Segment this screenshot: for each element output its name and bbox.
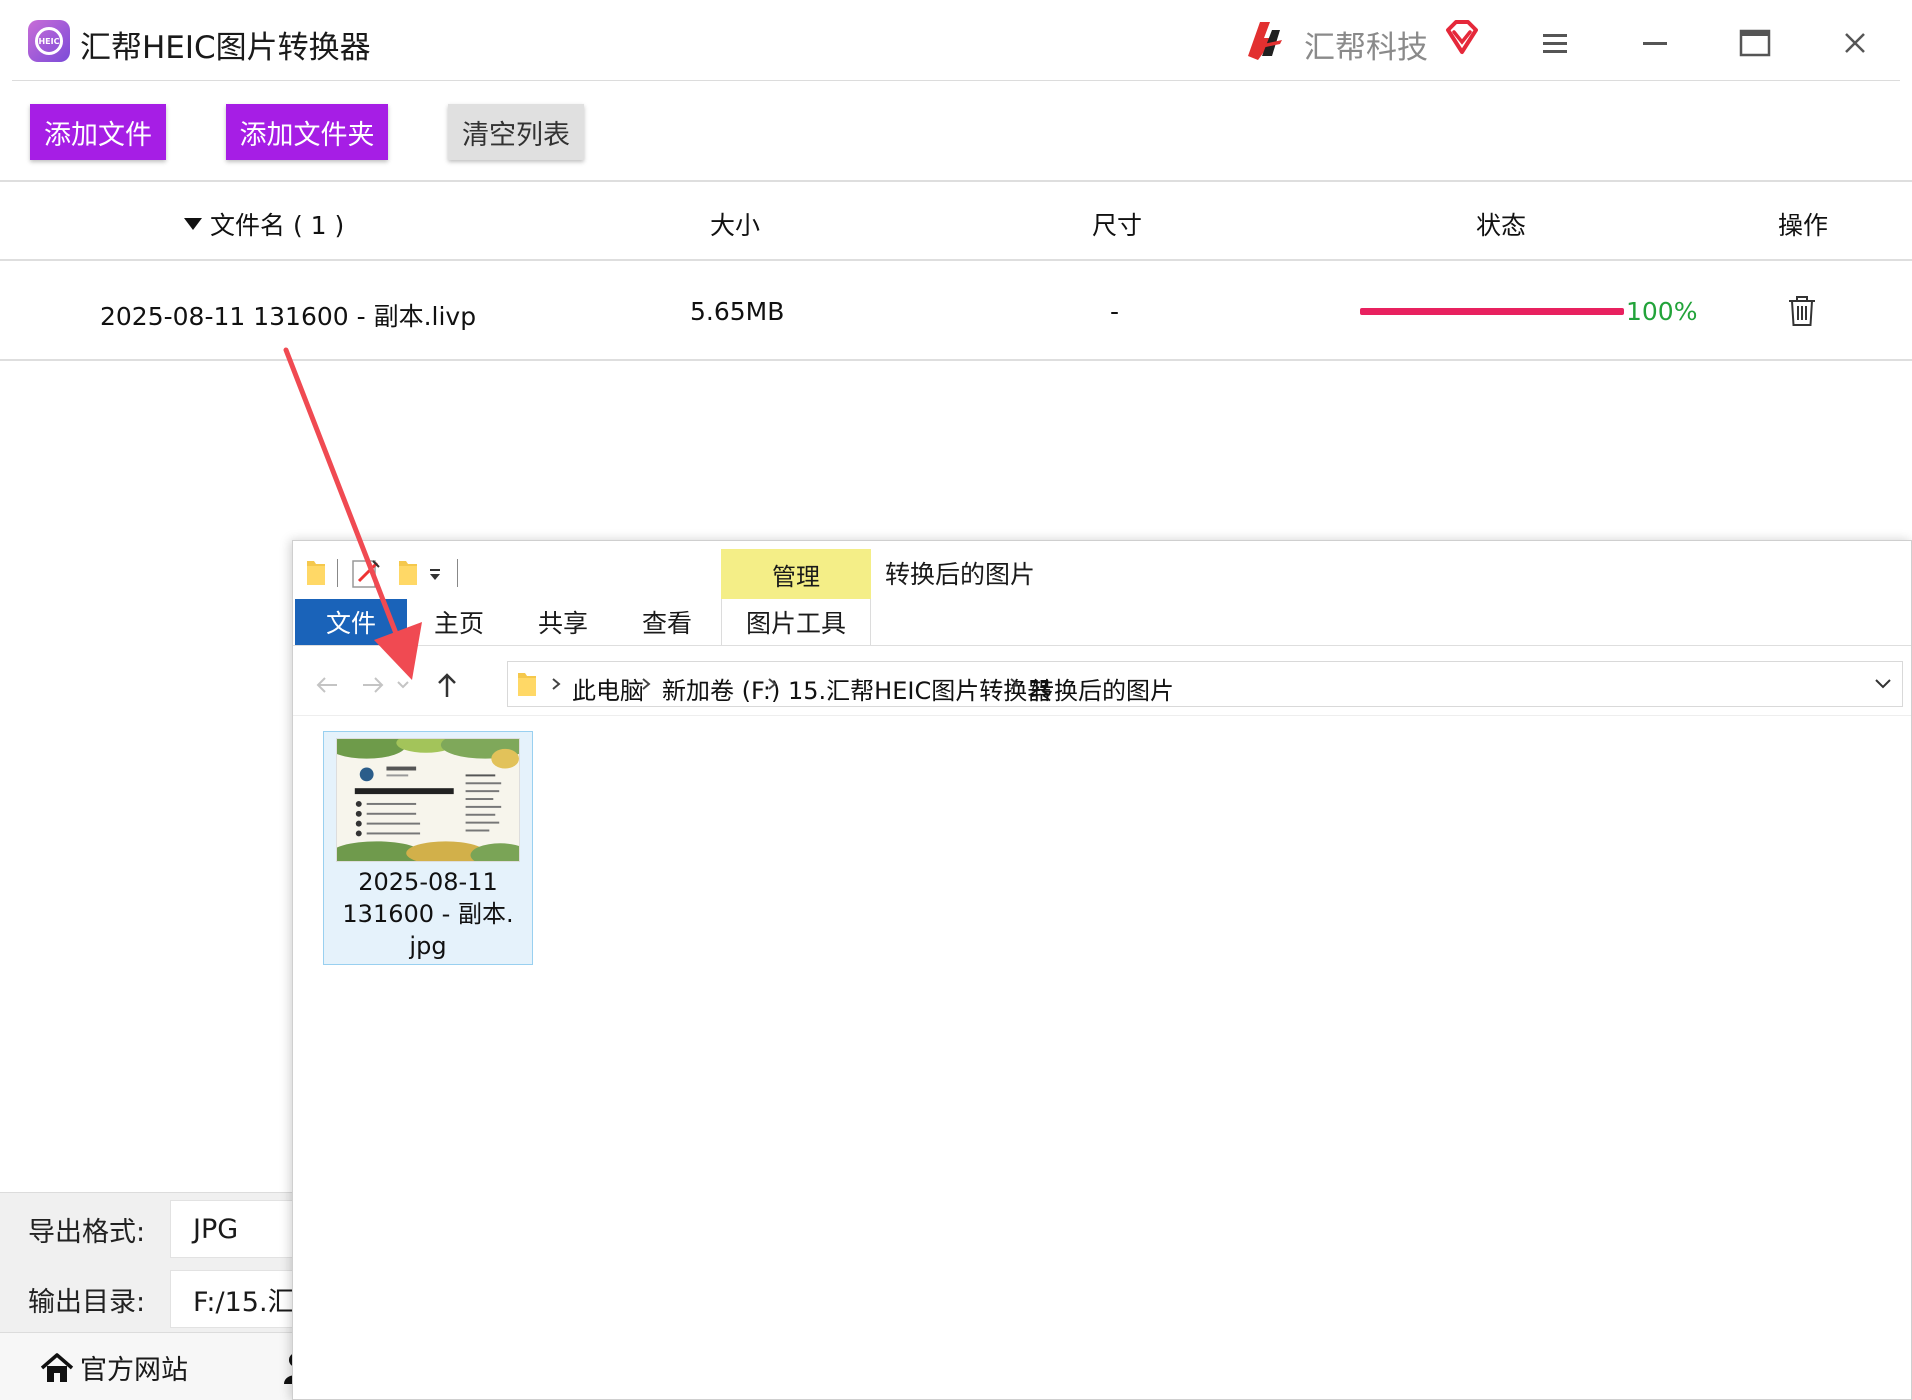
properties-icon[interactable] [349, 553, 383, 591]
image-thumbnail [336, 738, 520, 862]
tab-view[interactable]: 查看 [627, 599, 707, 645]
clear-list-button[interactable]: 清空列表 [448, 104, 584, 160]
tab-file[interactable]: 文件 [295, 599, 407, 645]
tab-picture-tools[interactable]: 图片工具 [721, 599, 871, 645]
header-dimensions: 尺寸 [1092, 211, 1143, 240]
file-name-line: 2025-08-11 [358, 868, 498, 896]
back-arrow-icon [316, 677, 337, 693]
minimize-button[interactable] [1630, 18, 1680, 68]
add-file-button[interactable]: 添加文件 [30, 104, 166, 160]
new-folder-icon[interactable] [397, 553, 419, 591]
folder-icon [307, 561, 325, 585]
qa-separator [457, 559, 458, 587]
breadcrumb-this-pc[interactable]: 此电脑 [572, 671, 644, 706]
chevron-right-icon [1010, 678, 1019, 690]
app-logo-icon: HEIC [28, 20, 70, 62]
file-item[interactable]: 2025-08-11 131600 - 副本. jpg [323, 731, 533, 965]
breadcrumb-drive[interactable]: 新加卷 (F:) [662, 671, 780, 706]
add-folder-button[interactable]: 添加文件夹 [226, 104, 388, 160]
vip-diamond-icon[interactable] [1442, 18, 1482, 58]
maximize-icon [1739, 29, 1771, 57]
row-filename: 2025-08-11 131600 - 副本.livp [100, 302, 477, 331]
official-website-label: 官方网站 [80, 1355, 188, 1386]
file-explorer-window: 管理 转换后的图片 文件 主页 共享 查看 图片工具 此电脑 新加卷 (F:) … [292, 540, 1912, 1400]
row-bottom-border [0, 359, 1912, 361]
address-dropdown-icon[interactable] [1874, 678, 1892, 690]
row-size: 5.65MB [690, 297, 785, 326]
progress-percent: 100% [1626, 297, 1698, 326]
row-dimensions: - [1110, 297, 1120, 326]
chevron-right-icon [642, 678, 651, 690]
header-bottom-border [0, 259, 1912, 261]
output-dir-label: 输出目录: [28, 1287, 146, 1318]
explorer-title: 转换后的图片 [885, 560, 1036, 589]
address-divider [293, 715, 1911, 716]
header-action: 操作 [1778, 211, 1829, 240]
up-button[interactable] [429, 667, 465, 703]
customize-dropdown-icon[interactable] [427, 553, 443, 591]
app-title: 汇帮HEIC图片转换器 [80, 30, 371, 66]
sort-down-icon [184, 218, 202, 230]
maximize-button[interactable] [1730, 18, 1780, 68]
format-label: 导出格式: [28, 1217, 146, 1248]
progress-bar [1360, 308, 1624, 315]
tab-home[interactable]: 主页 [419, 599, 499, 645]
file-name-line: jpg [409, 932, 447, 960]
forward-arrow-icon [363, 677, 384, 693]
minimize-icon [1643, 42, 1667, 45]
header-filename[interactable]: 文件名 ( 1 ) [184, 206, 344, 242]
close-button[interactable] [1830, 18, 1880, 68]
brand-logo-icon [1248, 22, 1282, 60]
qa-separator [337, 559, 338, 587]
chevron-right-icon [552, 678, 561, 690]
delete-icon[interactable] [1786, 294, 1818, 328]
home-icon [40, 1352, 74, 1382]
address-bar[interactable]: 此电脑 新加卷 (F:) 15.汇帮HEIC图片转换器 转换后的图片 [507, 661, 1903, 707]
recent-locations-button[interactable] [391, 667, 415, 703]
header-size: 大小 [710, 211, 761, 240]
app-logo-text: HEIC [35, 27, 63, 55]
back-button[interactable] [309, 667, 345, 703]
table-top-border [0, 180, 1912, 182]
official-website-link[interactable]: 官方网站 [40, 1348, 188, 1387]
chevron-right-icon [768, 678, 777, 690]
brand-name: 汇帮科技 [1304, 30, 1428, 66]
close-icon [1845, 33, 1865, 53]
hamburger-icon [1543, 34, 1567, 53]
header-filename-label: 文件名 ( 1 ) [210, 211, 345, 240]
chevron-down-icon [397, 681, 409, 689]
forward-button[interactable] [355, 667, 391, 703]
file-name-line: 131600 - 副本. [342, 900, 514, 928]
breadcrumb-output-folder[interactable]: 转换后的图片 [1030, 671, 1174, 706]
header-status: 状态 [1476, 211, 1527, 240]
title-divider [12, 80, 1900, 81]
up-arrow-icon [438, 673, 456, 697]
tab-share[interactable]: 共享 [523, 599, 603, 645]
folder-icon [518, 673, 536, 696]
file-name: 2025-08-11 131600 - 副本. jpg [324, 866, 532, 962]
title-bar: HEIC 汇帮HEIC图片转换器 汇帮科技 [0, 0, 1912, 82]
ribbon-divider [293, 645, 1911, 646]
tab-manage[interactable]: 管理 [721, 549, 871, 599]
menu-button[interactable] [1530, 18, 1580, 68]
